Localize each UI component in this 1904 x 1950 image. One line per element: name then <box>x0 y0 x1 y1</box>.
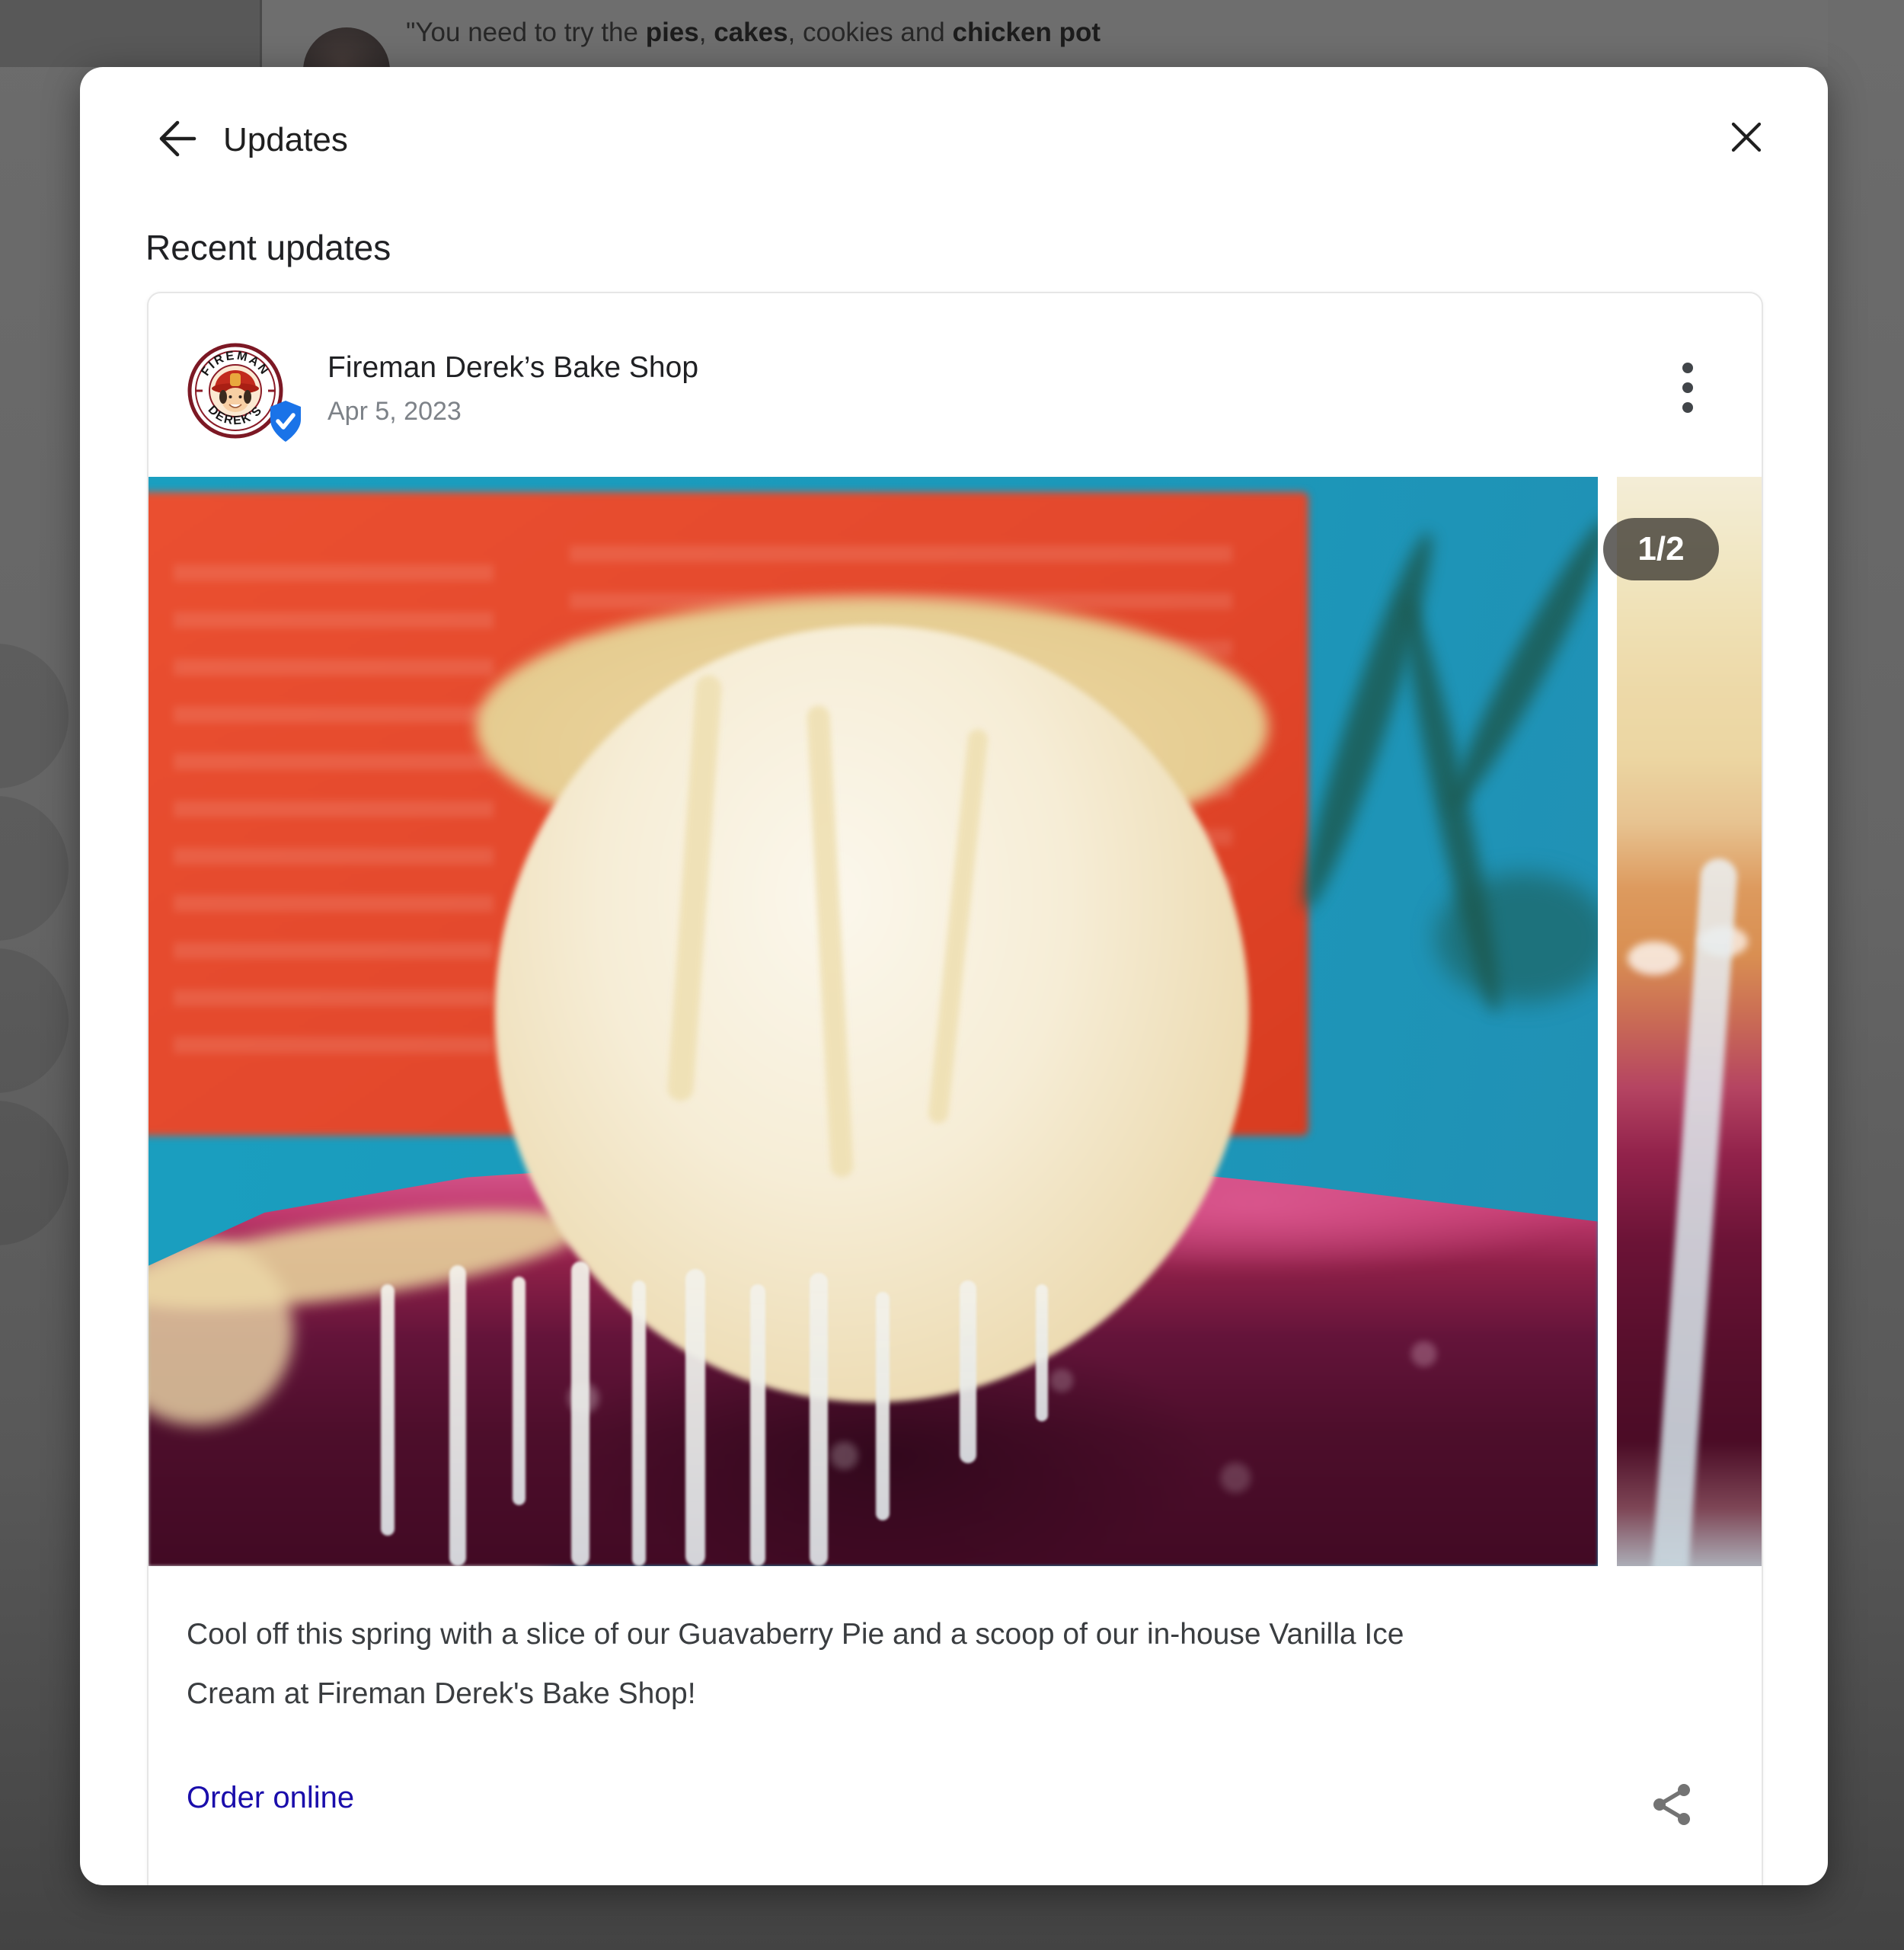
quote-segment: , <box>699 18 714 47</box>
photo-plant-shadow <box>1436 873 1598 1002</box>
post-photo-2-preview[interactable] <box>1617 477 1762 1566</box>
post-media-carousel <box>149 477 1762 1566</box>
close-icon <box>1727 118 1765 160</box>
business-name: Fireman Derek’s Bake Shop <box>327 351 698 385</box>
updates-modal: Updates Recent updates FIREMAN DEREK'S <box>80 67 1828 1885</box>
more-vert-icon <box>1682 363 1693 413</box>
share-button[interactable] <box>1644 1779 1699 1833</box>
section-title: Recent updates <box>145 227 391 268</box>
back-arrow-icon <box>153 117 199 165</box>
backdrop-avatar-circle <box>0 1101 69 1245</box>
back-button[interactable] <box>150 114 202 166</box>
post-photo-1[interactable] <box>149 477 1598 1566</box>
photo-drip <box>685 1269 705 1566</box>
photo-drip <box>449 1265 466 1566</box>
photo-drip <box>513 1277 526 1505</box>
quote-segment-bold: chicken pot <box>953 18 1101 47</box>
post-caption: Cool off this spring with a slice of our… <box>187 1605 1706 1724</box>
photo-drip <box>571 1261 589 1566</box>
update-card: FIREMAN DEREK'S <box>147 292 1763 1885</box>
screen: { "backdrop": { "quote_segments": [ { "t… <box>0 0 1904 1950</box>
backdrop-avatar-circle <box>0 644 69 788</box>
photo-ice-cream-scoop <box>495 625 1249 1402</box>
more-options-button[interactable] <box>1663 359 1713 417</box>
backdrop-divider <box>260 0 262 67</box>
photo-drip <box>750 1284 765 1566</box>
close-button[interactable] <box>1719 111 1774 166</box>
photo-drip <box>876 1292 890 1520</box>
backdrop-avatar-circle <box>0 948 69 1093</box>
verified-shield-check-icon <box>267 399 304 443</box>
backdrop-review-quote: "You need to try the pies, cakes, cookie… <box>406 8 1101 58</box>
post-date: Apr 5, 2023 <box>327 397 462 427</box>
post-caption-line: Cream at Fireman Derek's Bake Shop! <box>187 1664 1706 1724</box>
post-caption-line: Cool off this spring with a slice of our… <box>187 1605 1706 1664</box>
share-icon <box>1649 1782 1695 1831</box>
photo-counter-badge: 1/2 <box>1603 518 1719 580</box>
photo-drip <box>960 1280 976 1463</box>
quote-segment: , cookies and <box>788 18 953 47</box>
photo-drip <box>810 1273 828 1566</box>
photo-plant-shadow <box>1437 510 1598 817</box>
photo-drip <box>1036 1284 1048 1421</box>
order-online-link[interactable]: Order online <box>187 1781 354 1815</box>
photo-drip <box>381 1284 395 1536</box>
backdrop-left-rail <box>0 0 261 67</box>
photo-drip <box>632 1280 646 1566</box>
modal-title: Updates <box>223 114 348 166</box>
quote-segment: "You need to try the <box>406 18 646 47</box>
quote-segment-bold: pies <box>646 18 699 47</box>
quote-segment-bold: cakes <box>714 18 787 47</box>
backdrop-avatar-circle <box>0 796 69 941</box>
